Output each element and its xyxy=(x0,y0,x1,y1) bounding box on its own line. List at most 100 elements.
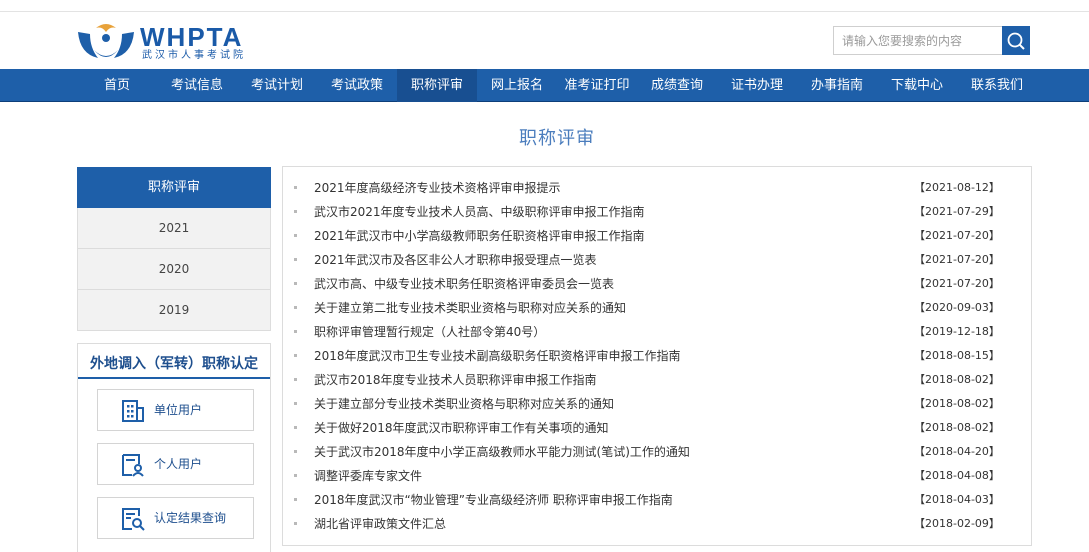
bullet xyxy=(294,522,297,525)
bullet xyxy=(294,282,297,285)
search-box xyxy=(833,26,1030,55)
bullet xyxy=(294,186,297,189)
article-date: 【2018-08-02】 xyxy=(914,421,1000,434)
list-item[interactable]: 2021年武汉市及各区非公人才职称申报受理点一览表 【2021-07-20】 xyxy=(283,248,1031,272)
list-item[interactable]: 职称评审管理暂行规定（人社部令第40号） 【2019-12-18】 xyxy=(283,320,1031,344)
article-date: 【2021-07-29】 xyxy=(914,205,1000,218)
article-date: 【2018-04-20】 xyxy=(914,445,1000,458)
article-title[interactable]: 关于建立第二批专业技术类职业资格与职称对应关系的通知 xyxy=(314,296,626,320)
person-card-icon xyxy=(122,454,144,477)
nav-score-query[interactable]: 成绩查询 xyxy=(637,69,717,102)
article-title[interactable]: 武汉市2018年度专业技术人员职称评审申报工作指南 xyxy=(314,368,597,392)
article-list: 2021年度高级经济专业技术资格评审申报提示 【2021-08-12】 武汉市20… xyxy=(282,166,1032,546)
logo-mark-icon xyxy=(78,24,134,58)
brand-name: WHPTA xyxy=(140,22,244,52)
article-title[interactable]: 湖北省评审政策文件汇总 xyxy=(314,512,446,536)
article-title[interactable]: 关于建立部分专业技术类职业资格与职称对应关系的通知 xyxy=(314,392,614,416)
result-query-button[interactable]: 认定结果查询 xyxy=(97,497,254,539)
article-date: 【2018-08-02】 xyxy=(914,373,1000,386)
list-item[interactable]: 2021年度高级经济专业技术资格评审申报提示 【2021-08-12】 xyxy=(283,176,1031,200)
sidebar-item-2020[interactable]: 2020 xyxy=(77,249,271,290)
article-title[interactable]: 关于做好2018年度武汉市职称评审工作有关事项的通知 xyxy=(314,416,609,440)
transfer-certification-panel: 外地调入（军转）职称认定 单位用户 个人用户 认定结果查询 xyxy=(77,343,271,552)
nav-admission-ticket[interactable]: 准考证打印 xyxy=(557,69,637,102)
nav-title-review[interactable]: 职称评审 xyxy=(397,69,477,102)
search-icon xyxy=(1007,32,1025,50)
list-item[interactable]: 武汉市高、中级专业技术职务任职资格评审委员会一览表 【2021-07-20】 xyxy=(283,272,1031,296)
list-item[interactable]: 武汉市2018年度专业技术人员职称评审申报工作指南 【2018-08-02】 xyxy=(283,368,1031,392)
article-title[interactable]: 2018年度武汉市“物业管理”专业高级经济师 职称评审申报工作指南 xyxy=(314,488,673,512)
bullet xyxy=(294,402,297,405)
nav-exam-policy[interactable]: 考试政策 xyxy=(317,69,397,102)
article-title[interactable]: 武汉市高、中级专业技术职务任职资格评审委员会一览表 xyxy=(314,272,614,296)
search-button[interactable] xyxy=(1002,26,1030,55)
unit-user-button[interactable]: 单位用户 xyxy=(97,389,254,431)
bullet xyxy=(294,426,297,429)
bullet xyxy=(294,234,297,237)
result-query-label: 认定结果查询 xyxy=(154,511,227,525)
article-date: 【2018-04-08】 xyxy=(914,469,1000,482)
panel-divider xyxy=(78,377,270,379)
article-date: 【2018-08-02】 xyxy=(914,397,1000,410)
nav-contact[interactable]: 联系我们 xyxy=(957,69,1037,102)
article-date: 【2020-09-03】 xyxy=(914,301,1000,314)
article-title[interactable]: 2021年度高级经济专业技术资格评审申报提示 xyxy=(314,176,561,200)
bullet xyxy=(294,474,297,477)
personal-user-label: 个人用户 xyxy=(154,457,203,471)
article-date: 【2021-07-20】 xyxy=(914,229,1000,242)
list-item[interactable]: 武汉市2021年度专业技术人员高、中级职称评审申报工作指南 【2021-07-29… xyxy=(283,200,1031,224)
sidebar: 职称评审 2021 2020 2019 xyxy=(77,167,271,331)
article-title[interactable]: 职称评审管理暂行规定（人社部令第40号） xyxy=(314,320,545,344)
document-search-icon xyxy=(122,508,145,531)
article-title[interactable]: 2018年度武汉市卫生专业技术副高级职务任职资格评审申报工作指南 xyxy=(314,344,681,368)
article-date: 【2019-12-18】 xyxy=(914,325,1000,338)
article-title[interactable]: 2021年武汉市及各区非公人才职称申报受理点一览表 xyxy=(314,248,597,272)
search-input[interactable] xyxy=(833,26,1003,55)
article-title[interactable]: 2021年武汉市中小学高级教师职务任职资格评审申报工作指南 xyxy=(314,224,645,248)
bullet xyxy=(294,306,297,309)
page-title: 职称评审 xyxy=(519,128,595,149)
site-header: WHPTA 武汉市人事考试院 xyxy=(0,12,1089,69)
article-title[interactable]: 关于武汉市2018年度中小学正高级教师水平能力测试(笔试)工作的通知 xyxy=(314,440,690,464)
sidebar-item-2021[interactable]: 2021 xyxy=(77,208,271,249)
brand-subtitle: 武汉市人事考试院 xyxy=(142,50,246,61)
nav-downloads[interactable]: 下载中心 xyxy=(877,69,957,102)
nav-certificate[interactable]: 证书办理 xyxy=(717,69,797,102)
list-item[interactable]: 2018年度武汉市卫生专业技术副高级职务任职资格评审申报工作指南 【2018-08… xyxy=(283,344,1031,368)
bullet xyxy=(294,498,297,501)
list-item[interactable]: 关于建立部分专业技术类职业资格与职称对应关系的通知 【2018-08-02】 xyxy=(283,392,1031,416)
bullet xyxy=(294,450,297,453)
article-date: 【2018-02-09】 xyxy=(914,517,1000,530)
bullet xyxy=(294,354,297,357)
list-item[interactable]: 关于武汉市2018年度中小学正高级教师水平能力测试(笔试)工作的通知 【2018-… xyxy=(283,440,1031,464)
list-item[interactable]: 关于建立第二批专业技术类职业资格与职称对应关系的通知 【2020-09-03】 xyxy=(283,296,1031,320)
list-item[interactable]: 2018年度武汉市“物业管理”专业高级经济师 职称评审申报工作指南 【2018-0… xyxy=(283,488,1031,512)
article-title[interactable]: 调整评委库专家文件 xyxy=(314,464,422,488)
nav-service-guide[interactable]: 办事指南 xyxy=(797,69,877,102)
article-title[interactable]: 武汉市2021年度专业技术人员高、中级职称评审申报工作指南 xyxy=(314,200,645,224)
article-date: 【2021-07-20】 xyxy=(914,253,1000,266)
nav-home[interactable]: 首页 xyxy=(77,69,157,102)
bullet xyxy=(294,258,297,261)
nav-exam-plan[interactable]: 考试计划 xyxy=(237,69,317,102)
unit-user-label: 单位用户 xyxy=(154,403,203,417)
sidebar-item-2019[interactable]: 2019 xyxy=(77,290,271,331)
building-icon xyxy=(122,400,144,422)
list-item[interactable]: 调整评委库专家文件 【2018-04-08】 xyxy=(283,464,1031,488)
sidebar-heading[interactable]: 职称评审 xyxy=(77,167,271,208)
article-date: 【2018-08-15】 xyxy=(914,349,1000,362)
bullet xyxy=(294,210,297,213)
article-date: 【2021-08-12】 xyxy=(914,181,1000,194)
bullet xyxy=(294,330,297,333)
personal-user-button[interactable]: 个人用户 xyxy=(97,443,254,485)
nav-exam-info[interactable]: 考试信息 xyxy=(157,69,237,102)
list-item[interactable]: 关于做好2018年度武汉市职称评审工作有关事项的通知 【2018-08-02】 xyxy=(283,416,1031,440)
list-item[interactable]: 湖北省评审政策文件汇总 【2018-02-09】 xyxy=(283,512,1031,536)
site-logo[interactable]: WHPTA 武汉市人事考试院 xyxy=(76,20,256,64)
bullet xyxy=(294,378,297,381)
nav-online-registration[interactable]: 网上报名 xyxy=(477,69,557,102)
main-nav: 首页 考试信息 考试计划 考试政策 职称评审 网上报名 准考证打印 成绩查询 证… xyxy=(0,69,1089,102)
transfer-panel-title: 外地调入（军转）职称认定 xyxy=(90,356,258,372)
list-item[interactable]: 2021年武汉市中小学高级教师职务任职资格评审申报工作指南 【2021-07-20… xyxy=(283,224,1031,248)
article-date: 【2018-04-03】 xyxy=(914,493,1000,506)
